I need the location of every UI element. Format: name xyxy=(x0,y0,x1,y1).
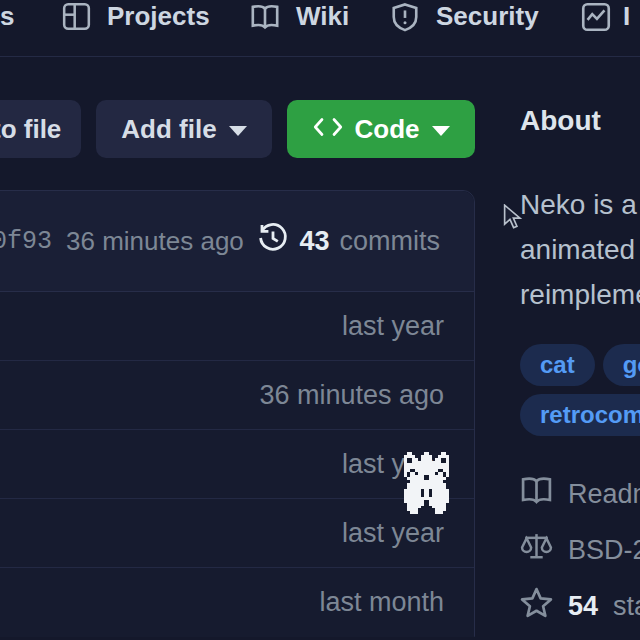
readme-label: Readme xyxy=(568,479,640,510)
book-icon xyxy=(520,474,553,514)
code-icon xyxy=(313,114,343,145)
chevron-down-icon xyxy=(229,126,247,136)
book-icon xyxy=(250,2,280,32)
main-nav: s Projects Wiki Security I xyxy=(0,0,640,57)
commit-time: 36 minutes ago xyxy=(66,226,244,257)
file-row-time: last month xyxy=(319,587,444,618)
code-button[interactable]: Code xyxy=(287,100,475,158)
nav-item-security[interactable]: Security xyxy=(390,1,539,32)
table-icon xyxy=(62,2,91,31)
nav-item-partial-issues[interactable]: s xyxy=(0,1,14,32)
readme-link[interactable]: Readme xyxy=(520,477,640,511)
file-row-time: 36 minutes ago xyxy=(259,380,444,411)
about-description: Neko is a animated reimplementation xyxy=(520,182,640,317)
about-title: About xyxy=(520,105,601,137)
graph-icon xyxy=(581,2,611,32)
neko-cat-sprite xyxy=(404,452,449,514)
file-row-time: last year xyxy=(342,518,444,549)
nav-item-projects[interactable]: Projects xyxy=(62,1,210,32)
file-row[interactable]: last year xyxy=(0,292,474,361)
shield-icon xyxy=(390,2,420,32)
topic-tag-retrocomputing[interactable]: retrocomputing xyxy=(520,394,640,436)
about-description-line: Neko is a xyxy=(520,182,640,227)
commit-bar[interactable]: 0f93 36 minutes ago 43 commits xyxy=(0,191,474,292)
stars-link[interactable]: 54 stars xyxy=(520,589,640,623)
file-row[interactable]: 36 minutes ago xyxy=(0,361,474,430)
license-label: BSD-2-Clause xyxy=(568,535,640,566)
mouse-cursor xyxy=(503,204,524,234)
file-row[interactable]: last year xyxy=(0,430,474,499)
nav-item-wiki[interactable]: Wiki xyxy=(250,1,349,32)
law-icon xyxy=(520,530,553,570)
about-description-line: reimplementation xyxy=(520,272,640,317)
stars-count: 54 xyxy=(568,591,598,622)
file-row[interactable]: last month xyxy=(0,568,474,637)
file-table-panel: 0f93 36 minutes ago 43 commits last year… xyxy=(0,190,475,637)
file-row[interactable]: last year xyxy=(0,499,474,568)
nav-item-label: I xyxy=(623,1,630,32)
star-icon xyxy=(520,586,553,626)
commits-count: 43 xyxy=(299,226,329,257)
nav-item-label: Security xyxy=(436,1,539,32)
about-description-line: animated xyxy=(520,227,640,272)
topic-tag-cat[interactable]: cat xyxy=(520,344,595,386)
nav-item-label: Projects xyxy=(107,1,210,32)
go-to-file-button[interactable]: Go to file xyxy=(0,100,81,158)
commits-label: commits xyxy=(340,226,441,257)
code-label: Code xyxy=(355,114,420,145)
file-row-time: last year xyxy=(342,311,444,342)
topic-tag-go[interactable]: go xyxy=(603,344,640,386)
chevron-down-icon xyxy=(432,126,450,136)
nav-item-label: Wiki xyxy=(296,1,349,32)
commits-link[interactable]: 43 commits xyxy=(257,222,440,261)
add-file-button[interactable]: Add file xyxy=(96,100,272,158)
nav-item-insights[interactable]: I xyxy=(581,1,630,32)
clock-history-icon xyxy=(257,222,289,261)
stars-label: stars xyxy=(613,591,640,622)
go-to-file-label: Go to file xyxy=(0,114,61,145)
add-file-label: Add file xyxy=(121,114,216,145)
commit-hash[interactable]: 0f93 xyxy=(0,227,52,256)
license-link[interactable]: BSD-2-Clause xyxy=(520,533,640,567)
